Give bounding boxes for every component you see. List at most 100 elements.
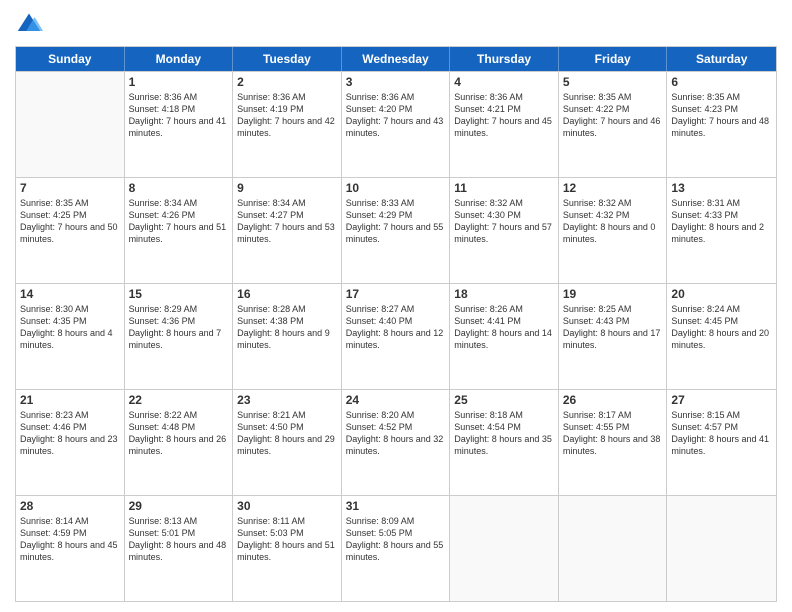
day-info: Sunrise: 8:15 AMSunset: 4:57 PMDaylight:… [671,409,772,458]
day-number: 26 [563,393,663,407]
day-header-wednesday: Wednesday [342,47,451,71]
calendar-cell: 20 Sunrise: 8:24 AMSunset: 4:45 PMDayligh… [667,284,776,389]
day-info: Sunrise: 8:09 AMSunset: 5:05 PMDaylight:… [346,515,446,564]
day-header-sunday: Sunday [16,47,125,71]
day-number: 22 [129,393,229,407]
calendar-cell: 25 Sunrise: 8:18 AMSunset: 4:54 PMDayligh… [450,390,559,495]
day-info: Sunrise: 8:14 AMSunset: 4:59 PMDaylight:… [20,515,120,564]
calendar-cell: 29 Sunrise: 8:13 AMSunset: 5:01 PMDayligh… [125,496,234,601]
day-info: Sunrise: 8:33 AMSunset: 4:29 PMDaylight:… [346,197,446,246]
day-info: Sunrise: 8:18 AMSunset: 4:54 PMDaylight:… [454,409,554,458]
day-header-saturday: Saturday [667,47,776,71]
calendar-cell: 19 Sunrise: 8:25 AMSunset: 4:43 PMDayligh… [559,284,668,389]
day-number: 8 [129,181,229,195]
calendar-cell: 13 Sunrise: 8:31 AMSunset: 4:33 PMDayligh… [667,178,776,283]
day-info: Sunrise: 8:32 AMSunset: 4:32 PMDaylight:… [563,197,663,246]
calendar-row: 14Sunrise: 8:30 AMSunset: 4:35 PMDayligh… [16,283,776,389]
calendar-cell [16,72,125,177]
calendar: SundayMondayTuesdayWednesdayThursdayFrid… [15,46,777,602]
day-number: 19 [563,287,663,301]
calendar-cell: 15 Sunrise: 8:29 AMSunset: 4:36 PMDayligh… [125,284,234,389]
day-info: Sunrise: 8:29 AMSunset: 4:36 PMDaylight:… [129,303,229,352]
header [15,10,777,38]
day-header-thursday: Thursday [450,47,559,71]
day-info: Sunrise: 8:30 AMSunset: 4:35 PMDaylight:… [20,303,120,352]
day-info: Sunrise: 8:35 AMSunset: 4:22 PMDaylight:… [563,91,663,140]
day-info: Sunrise: 8:36 AMSunset: 4:20 PMDaylight:… [346,91,446,140]
calendar-row: 28 Sunrise: 8:14 AMSunset: 4:59 PMDayligh… [16,495,776,601]
day-number: 7 [20,181,120,195]
day-info: Sunrise: 8:21 AMSunset: 4:50 PMDaylight:… [237,409,337,458]
day-number: 28 [20,499,120,513]
day-number: 24 [346,393,446,407]
day-number: 31 [346,499,446,513]
calendar-row: 1 Sunrise: 8:36 AMSunset: 4:18 PMDaylight… [16,71,776,177]
calendar-cell [559,496,668,601]
page-container: SundayMondayTuesdayWednesdayThursdayFrid… [0,0,792,612]
day-info: Sunrise: 8:20 AMSunset: 4:52 PMDaylight:… [346,409,446,458]
day-info: Sunrise: 8:17 AMSunset: 4:55 PMDaylight:… [563,409,663,458]
day-number: 25 [454,393,554,407]
calendar-cell [450,496,559,601]
day-info: Sunrise: 8:36 AMSunset: 4:18 PMDaylight:… [129,91,229,140]
calendar-cell: 3 Sunrise: 8:36 AMSunset: 4:20 PMDaylight… [342,72,451,177]
calendar-cell: 9Sunrise: 8:34 AMSunset: 4:27 PMDaylight… [233,178,342,283]
day-info: Sunrise: 8:28 AMSunset: 4:38 PMDaylight:… [237,303,337,352]
calendar-cell: 21Sunrise: 8:23 AMSunset: 4:46 PMDayligh… [16,390,125,495]
day-info: Sunrise: 8:34 AMSunset: 4:26 PMDaylight:… [129,197,229,246]
day-info: Sunrise: 8:24 AMSunset: 4:45 PMDaylight:… [671,303,772,352]
day-number: 13 [671,181,772,195]
calendar-cell: 24 Sunrise: 8:20 AMSunset: 4:52 PMDayligh… [342,390,451,495]
day-header-monday: Monday [125,47,234,71]
calendar-cell: 30 Sunrise: 8:11 AMSunset: 5:03 PMDayligh… [233,496,342,601]
day-number: 16 [237,287,337,301]
day-number: 2 [237,75,337,89]
day-number: 20 [671,287,772,301]
calendar-cell: 26 Sunrise: 8:17 AMSunset: 4:55 PMDayligh… [559,390,668,495]
calendar-cell: 6 Sunrise: 8:35 AMSunset: 4:23 PMDaylight… [667,72,776,177]
day-info: Sunrise: 8:22 AMSunset: 4:48 PMDaylight:… [129,409,229,458]
day-number: 21 [20,393,120,407]
day-header-tuesday: Tuesday [233,47,342,71]
day-info: Sunrise: 8:35 AMSunset: 4:23 PMDaylight:… [671,91,772,140]
day-info: Sunrise: 8:11 AMSunset: 5:03 PMDaylight:… [237,515,337,564]
day-info: Sunrise: 8:13 AMSunset: 5:01 PMDaylight:… [129,515,229,564]
day-number: 17 [346,287,446,301]
calendar-cell: 2Sunrise: 8:36 AMSunset: 4:19 PMDaylight… [233,72,342,177]
calendar-row: 7 Sunrise: 8:35 AMSunset: 4:25 PMDaylight… [16,177,776,283]
calendar-cell: 18 Sunrise: 8:26 AMSunset: 4:41 PMDayligh… [450,284,559,389]
day-info: Sunrise: 8:36 AMSunset: 4:21 PMDaylight:… [454,91,554,140]
calendar-cell: 28 Sunrise: 8:14 AMSunset: 4:59 PMDayligh… [16,496,125,601]
day-number: 4 [454,75,554,89]
calendar-cell: 31 Sunrise: 8:09 AMSunset: 5:05 PMDayligh… [342,496,451,601]
logo-icon [15,10,43,38]
day-number: 9 [237,181,337,195]
day-number: 5 [563,75,663,89]
day-info: Sunrise: 8:25 AMSunset: 4:43 PMDaylight:… [563,303,663,352]
calendar-body: 1 Sunrise: 8:36 AMSunset: 4:18 PMDaylight… [16,71,776,601]
day-number: 18 [454,287,554,301]
day-number: 15 [129,287,229,301]
day-number: 12 [563,181,663,195]
calendar-cell: 4 Sunrise: 8:36 AMSunset: 4:21 PMDaylight… [450,72,559,177]
day-info: Sunrise: 8:35 AMSunset: 4:25 PMDaylight:… [20,197,120,246]
calendar-row: 21Sunrise: 8:23 AMSunset: 4:46 PMDayligh… [16,389,776,495]
day-info: Sunrise: 8:31 AMSunset: 4:33 PMDaylight:… [671,197,772,246]
calendar-cell: 7 Sunrise: 8:35 AMSunset: 4:25 PMDaylight… [16,178,125,283]
day-number: 1 [129,75,229,89]
day-number: 3 [346,75,446,89]
calendar-header: SundayMondayTuesdayWednesdayThursdayFrid… [16,47,776,71]
calendar-cell: 1 Sunrise: 8:36 AMSunset: 4:18 PMDaylight… [125,72,234,177]
day-number: 6 [671,75,772,89]
day-number: 29 [129,499,229,513]
day-info: Sunrise: 8:26 AMSunset: 4:41 PMDaylight:… [454,303,554,352]
day-info: Sunrise: 8:27 AMSunset: 4:40 PMDaylight:… [346,303,446,352]
calendar-cell: 11 Sunrise: 8:32 AMSunset: 4:30 PMDayligh… [450,178,559,283]
calendar-cell [667,496,776,601]
day-number: 11 [454,181,554,195]
calendar-cell: 16 Sunrise: 8:28 AMSunset: 4:38 PMDayligh… [233,284,342,389]
day-number: 23 [237,393,337,407]
day-info: Sunrise: 8:32 AMSunset: 4:30 PMDaylight:… [454,197,554,246]
day-number: 30 [237,499,337,513]
calendar-cell: 12 Sunrise: 8:32 AMSunset: 4:32 PMDayligh… [559,178,668,283]
